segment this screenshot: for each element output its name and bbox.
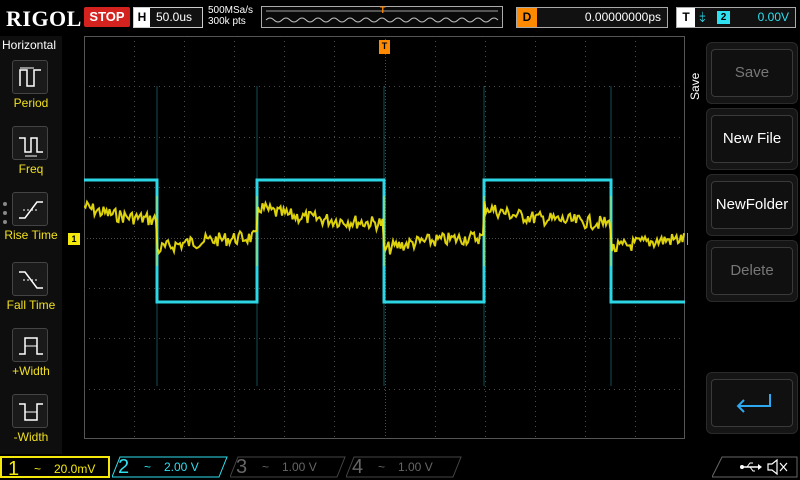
- ch1-offset-marker[interactable]: 1: [68, 233, 80, 245]
- channel-status-bar: 1 ~ 20.0mV 2 ~ 2.00 V 3 ~ 1.00 V 4 ~ 1.0…: [0, 454, 800, 480]
- return-icon: [736, 394, 771, 413]
- measure-positive-width-button[interactable]: +Width: [0, 324, 62, 386]
- save-menu-title: Save: [688, 72, 702, 100]
- timebase-label: H: [134, 8, 150, 27]
- channel-3-coupling: ~: [262, 460, 270, 474]
- rise-time-icon: [12, 192, 48, 226]
- save-menu: Save Save New File NewFolder Delete: [688, 36, 800, 454]
- channel-3-scale: 1.00 V: [282, 460, 317, 474]
- waveform-grid: [84, 36, 685, 439]
- usb-icon: [740, 462, 762, 472]
- period-icon: [12, 60, 48, 94]
- system-status-area: [712, 456, 798, 478]
- positive-width-label: +Width: [12, 364, 50, 378]
- save-button[interactable]: Save: [706, 42, 798, 104]
- memory-overview-bar: T: [261, 5, 503, 28]
- sample-rate: 500MSa/s: [208, 5, 254, 16]
- fall-time-label: Fall Time: [6, 298, 56, 312]
- measure-fall-time-button[interactable]: Fall Time: [0, 258, 62, 320]
- positive-width-icon: [12, 328, 48, 362]
- channel-2-number: 2: [118, 456, 130, 478]
- channel-3-status[interactable]: 3 ~ 1.00 V: [230, 456, 346, 478]
- trigger-position-marker[interactable]: T: [379, 40, 390, 54]
- timebase-value: 50.0us: [156, 10, 193, 24]
- channel-1-scale: 20.0mV: [54, 462, 96, 476]
- channel-1-coupling: ~: [34, 462, 42, 476]
- horizontal-measure-menu: Horizontal Period Freq Rise Time Fall Ti…: [0, 36, 62, 454]
- top-status-bar: RIGOL STOP H 50.0us 500MSa/s 300k pts T …: [0, 0, 800, 36]
- new-folder-button-label: NewFolder: [711, 181, 793, 229]
- negative-width-icon: [12, 394, 48, 428]
- channel-4-number: 4: [352, 456, 364, 478]
- falling-edge-icon: ⤈: [699, 8, 706, 24]
- negative-width-label: -Width: [13, 430, 49, 444]
- channel-4-scale: 1.00 V: [398, 460, 433, 474]
- channel-4-status[interactable]: 4 ~ 1.00 V: [346, 456, 462, 478]
- mute-icon[interactable]: [767, 458, 788, 476]
- trigger-display[interactable]: T ⤈ 2 0.00V: [676, 7, 796, 28]
- freq-icon: [12, 126, 48, 160]
- trigger-level: 0.00V: [757, 10, 789, 24]
- brand-logo: RIGOL: [6, 6, 82, 31]
- new-file-button[interactable]: New File: [706, 108, 798, 170]
- menu-title: Horizontal: [2, 38, 57, 52]
- channel-1-number: 1: [8, 458, 20, 480]
- freq-label: Freq: [18, 162, 44, 176]
- channel-2-status[interactable]: 2 ~ 2.00 V: [112, 456, 228, 478]
- memory-trigger-marker: T: [380, 5, 386, 15]
- channel-1-status[interactable]: 1 ~ 20.0mV: [0, 456, 110, 480]
- measure-negative-width-button[interactable]: -Width: [0, 390, 62, 452]
- new-file-button-label: New File: [711, 115, 793, 163]
- period-label: Period: [13, 96, 49, 110]
- delete-button-label: Delete: [711, 247, 793, 295]
- delay-label: D: [517, 8, 537, 27]
- fall-time-icon: [12, 262, 48, 296]
- acquisition-info: 500MSa/s 300k pts: [208, 5, 253, 27]
- rise-time-label: Rise Time: [4, 228, 58, 242]
- save-button-label: Save: [711, 49, 793, 97]
- channel-3-number: 3: [236, 456, 248, 478]
- channel-2-coupling: ~: [144, 460, 152, 474]
- timebase-display[interactable]: H 50.0us: [133, 7, 203, 28]
- measure-period-button[interactable]: Period: [0, 56, 62, 118]
- delay-value: 0.00000000ps: [584, 10, 661, 24]
- trigger-label: T: [677, 8, 695, 27]
- channel-2-scale: 2.00 V: [164, 460, 199, 474]
- trigger-source: 2: [717, 11, 730, 24]
- delete-button[interactable]: Delete: [706, 240, 798, 302]
- back-button[interactable]: [706, 372, 798, 434]
- delay-display[interactable]: D 0.00000000ps: [516, 7, 668, 28]
- run-stop-button[interactable]: STOP: [84, 7, 130, 27]
- measure-freq-button[interactable]: Freq: [0, 122, 62, 184]
- new-folder-button[interactable]: NewFolder: [706, 174, 798, 236]
- waveform-display[interactable]: [84, 36, 685, 439]
- measure-rise-time-button[interactable]: Rise Time: [0, 188, 62, 250]
- channel-4-coupling: ~: [378, 460, 386, 474]
- memory-depth: 300k pts: [208, 16, 246, 27]
